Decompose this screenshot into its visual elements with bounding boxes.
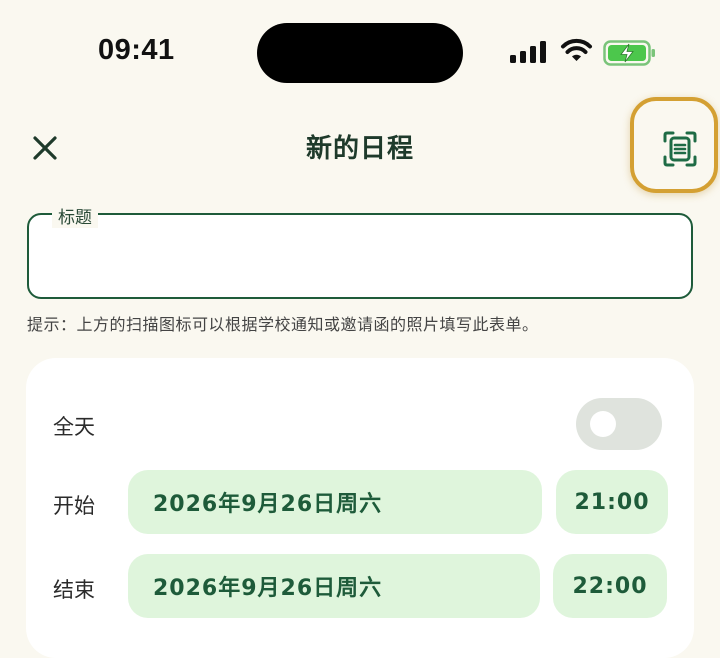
scan-document-button[interactable] (630, 97, 718, 193)
hint-text: 提示：上方的扫描图标可以根据学校通知或邀请函的照片填写此表单。 (27, 315, 539, 334)
dynamic-island (257, 23, 463, 83)
all-day-toggle[interactable] (576, 398, 662, 450)
title-field-label: 标题 (52, 203, 98, 228)
status-time: 09:41 (98, 34, 175, 66)
start-date-button[interactable]: 2026年9月26日周六 (128, 470, 542, 534)
title-input[interactable] (27, 213, 693, 299)
page-title: 新的日程 (305, 134, 414, 164)
all-day-label: 全天 (53, 415, 95, 439)
cellular-signal-icon (510, 41, 546, 63)
wifi-icon (561, 38, 592, 61)
battery-charging-icon (603, 40, 655, 66)
toggle-knob (590, 411, 616, 437)
end-date-button[interactable]: 2026年9月26日周六 (128, 554, 540, 618)
document-scan-icon (663, 131, 697, 167)
start-label: 开始 (53, 494, 95, 518)
end-label: 结束 (53, 578, 95, 602)
end-time-button[interactable]: 22:00 (553, 554, 667, 618)
start-time-button[interactable]: 21:00 (556, 470, 668, 534)
